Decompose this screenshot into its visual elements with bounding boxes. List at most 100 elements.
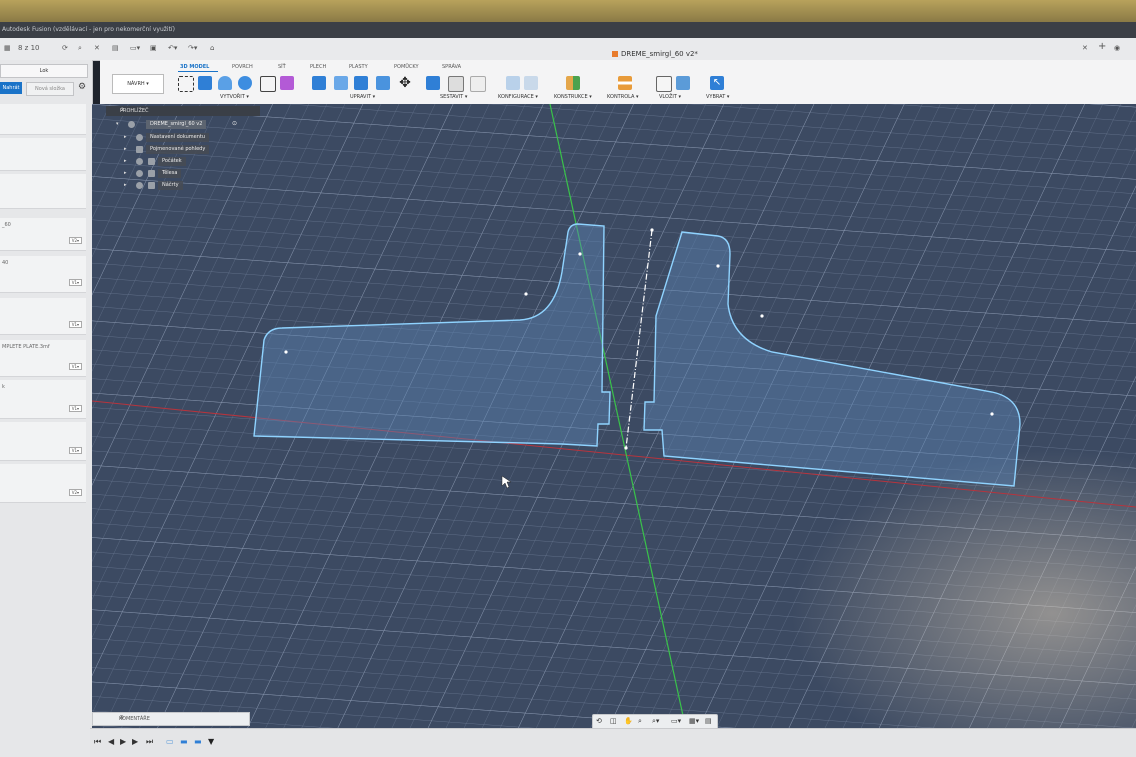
visibility-bulb-icon[interactable] [136, 158, 143, 165]
file-card[interactable] [0, 104, 86, 135]
new-folder-button[interactable]: Nová složka [26, 82, 74, 96]
file-card[interactable]: _60 V2▾ [0, 218, 86, 251]
timeline-feature-icon[interactable]: ▬ [194, 737, 202, 746]
version-badge[interactable]: V2▾ [68, 237, 82, 244]
grid-icon[interactable]: ▦▾ [689, 717, 699, 725]
shell-icon[interactable] [376, 76, 390, 90]
visibility-bulb-icon[interactable] [136, 170, 143, 177]
expand-arrow-icon[interactable]: ▸ [124, 158, 127, 164]
version-badge[interactable]: V1▾ [68, 447, 82, 454]
group-vybrat[interactable]: VYBRAT ▾ [706, 94, 729, 100]
expand-arrow-icon[interactable]: ▸ [124, 134, 127, 140]
browser-item-origin[interactable]: ▸ Počátek [124, 157, 234, 166]
start-icon[interactable]: ⏮ [94, 737, 101, 747]
end-icon[interactable]: ⏭ [146, 737, 153, 747]
expand-arrow-icon[interactable]: ▸ [124, 182, 127, 188]
browser-item-document-settings[interactable]: ▸ Nastavení dokumentu [124, 133, 234, 142]
group-upravit[interactable]: UPRAVIT ▾ [350, 94, 375, 100]
tab-sprava[interactable]: SPRÁVA [442, 64, 461, 70]
browser-header[interactable]: PROHLÍŽEČ ⊙ [106, 106, 260, 116]
chamfer-icon[interactable] [354, 76, 368, 90]
refresh-icon[interactable]: ⟳ [62, 44, 68, 52]
home-icon[interactable]: ⌂ [210, 44, 214, 52]
file-card[interactable]: 40 V1▾ [0, 256, 86, 293]
timeline-marker-icon[interactable]: ▼ [208, 737, 214, 746]
extrude-icon[interactable] [198, 76, 212, 90]
group-kontrola[interactable]: KONTROLA ▾ [607, 94, 639, 100]
sketch-point[interactable] [650, 228, 654, 232]
sketch-point[interactable] [760, 314, 764, 318]
config-table-icon[interactable] [524, 76, 538, 90]
grid-menu-icon[interactable]: ▦ [4, 44, 11, 52]
tab-plech[interactable]: PLECH [310, 64, 326, 70]
close-icon[interactable]: ✕ [94, 44, 100, 52]
sketch-point[interactable] [990, 412, 994, 416]
pattern-icon[interactable] [260, 76, 276, 92]
group-vlozit[interactable]: VLOŽIT ▾ [659, 94, 681, 100]
zoom-icon[interactable]: ⌕ [638, 717, 642, 726]
group-sestavit[interactable]: SESTAVIT ▾ [440, 94, 467, 100]
visibility-bulb-icon[interactable] [136, 182, 143, 189]
sketch-point[interactable] [624, 446, 628, 450]
timeline-feature-icon[interactable]: ▬ [180, 737, 188, 746]
file-menu-icon[interactable]: ▭▾ [130, 44, 140, 52]
file-card[interactable]: V1▾ [0, 298, 86, 335]
app-grid-icon[interactable]: ▤ [112, 44, 119, 52]
insert-image-icon[interactable] [676, 76, 690, 90]
search-icon[interactable]: ⌕ [78, 44, 82, 53]
browser-close-icon[interactable]: ⊙ [120, 107, 256, 113]
version-badge[interactable]: V2▾ [68, 489, 82, 496]
sketch-point[interactable] [524, 292, 528, 296]
new-component-icon[interactable] [426, 76, 440, 90]
tab-close-icon[interactable]: ✕ [1082, 44, 1088, 52]
fillet-icon[interactable] [334, 76, 348, 90]
file-card[interactable]: V1▾ [0, 422, 86, 461]
hole-icon[interactable] [238, 76, 252, 90]
upload-button[interactable]: Nahrát [0, 82, 22, 94]
workspace-switcher[interactable]: NÁVRH ▾ [112, 74, 164, 94]
browser-item-sketches[interactable]: ▸ Náčrty [124, 181, 234, 190]
expand-arrow-icon[interactable]: ▸ [124, 146, 127, 152]
new-tab-icon[interactable]: + [1098, 41, 1106, 52]
job-status-icon[interactable]: ◉ [1114, 44, 1120, 52]
joint-icon[interactable] [448, 76, 464, 92]
form-icon[interactable] [280, 76, 294, 90]
tab-sit[interactable]: SÍŤ [278, 64, 286, 70]
create-sketch-icon[interactable] [178, 76, 194, 92]
insert-derive-icon[interactable] [656, 76, 672, 92]
group-vytvorit[interactable]: VYTVOŘIT ▾ [220, 94, 249, 100]
comments-panel[interactable]: KOMENTÁŘE ⊕ [92, 712, 250, 726]
version-badge[interactable]: V1▾ [68, 405, 82, 412]
measure-icon[interactable] [618, 76, 632, 90]
file-card[interactable]: MPLETE PLATE.3mf V1▾ [0, 340, 86, 377]
tab-povrch[interactable]: POVRCH [232, 64, 253, 70]
visibility-bulb-icon[interactable] [128, 121, 135, 128]
viewports-icon[interactable]: ▤ [705, 717, 712, 725]
group-konstrukce[interactable]: KONSTRUKCE ▾ [554, 94, 592, 100]
save-icon[interactable]: ▣ [150, 44, 157, 52]
version-badge[interactable]: V1▾ [68, 363, 82, 370]
settings-gear-icon[interactable]: ⚙ [78, 82, 86, 92]
revolve-icon[interactable] [218, 76, 232, 90]
file-card[interactable]: k V1▾ [0, 380, 86, 419]
location-button[interactable]: Lok [0, 64, 88, 78]
configure-icon[interactable] [506, 76, 520, 90]
play-icon[interactable]: ▶ [120, 737, 126, 746]
undo-icon[interactable]: ↶▾ [168, 44, 177, 52]
file-card[interactable] [0, 138, 86, 171]
select-icon[interactable]: ↖ [710, 76, 724, 90]
tab-plasty[interactable]: PLASTY [349, 64, 368, 70]
browser-item-named-views[interactable]: ▸ Pojmenované pohledy [124, 145, 234, 154]
tab-3d-model[interactable]: 3D MODEL [180, 64, 209, 70]
orbit-icon[interactable]: ⟲ [596, 717, 602, 725]
sketch-point[interactable] [284, 350, 288, 354]
look-at-icon[interactable]: ◫ [610, 717, 617, 725]
construction-plane-icon[interactable] [566, 76, 580, 90]
browser-item-bodies[interactable]: ▸ Tělesa [124, 169, 234, 178]
file-card[interactable] [0, 174, 86, 209]
comments-toggle-icon[interactable]: ⊕ [119, 714, 245, 721]
browser-root-node[interactable]: ▾ DREME_smirgl_60 v2 ⊙ [116, 120, 246, 129]
move-icon[interactable]: ✥ [398, 76, 412, 90]
pan-icon[interactable]: ✋ [624, 717, 633, 725]
as-built-joint-icon[interactable] [470, 76, 486, 92]
